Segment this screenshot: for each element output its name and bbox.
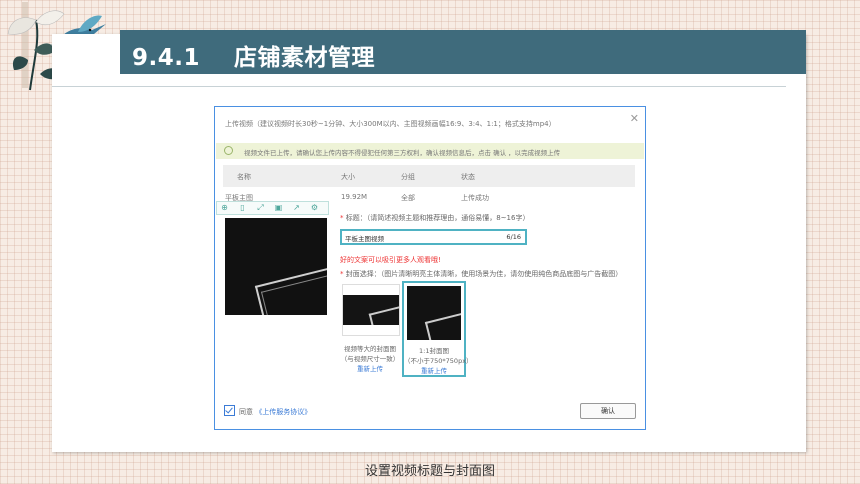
cover2-subcaption: （不小于750*750px）	[404, 357, 473, 365]
zoom-icon[interactable]: ⊕	[220, 203, 229, 212]
col-name: 名称	[237, 173, 251, 181]
section-header: 9.4.1 店铺素材管理	[120, 30, 806, 74]
col-size: 大小	[341, 173, 355, 181]
cover1-subcaption: （与视频尺寸一致）	[340, 355, 400, 363]
settings-icon[interactable]: ⚙	[310, 203, 319, 212]
video-title-input[interactable]: 平板主图视频 6/16	[340, 229, 527, 245]
lightbulb-icon	[224, 146, 233, 155]
confirm-button[interactable]: 确认	[580, 403, 636, 419]
book-icon[interactable]: ▯	[238, 203, 247, 212]
close-icon[interactable]: ✕	[630, 112, 639, 125]
upload-notice: 视频文件已上传，请确认您上传内容不得侵犯任何第三方权利，确认视频信息后，点击 确…	[216, 143, 644, 159]
cover-thumbnail	[343, 295, 399, 325]
header-divider	[52, 86, 786, 87]
fullscreen-icon[interactable]: ⤢	[256, 203, 265, 212]
cover2-reupload-link[interactable]: 重新上传	[404, 365, 464, 375]
cover-option-video-size[interactable]	[342, 284, 400, 336]
section-title: 店铺素材管理	[234, 45, 375, 71]
section-heading: 9.4.1 店铺素材管理	[132, 38, 375, 72]
cover2-caption: 1:1封面图	[419, 347, 449, 355]
agree-text: 同意	[239, 408, 253, 416]
slide-caption: 设置视频标题与封面图	[364, 464, 495, 479]
cover1-caption: 视频等大的封面图	[344, 345, 396, 353]
cell-status: 上传成功	[461, 194, 489, 202]
image-viewer: ⊕ ▯ ⤢ ▣ ↗ ⚙	[216, 201, 329, 316]
title-input-value: 平板主图视频	[345, 235, 384, 243]
upload-video-dialog: 上传视频（建议视频时长30秒~1分钟、大小300M以内、主图视频画幅16:9、3…	[214, 106, 646, 430]
cover1-reupload-link[interactable]: 重新上传	[335, 363, 405, 373]
cover-select-label: * 封面选择：（图片清晰明亮主体清晰，使用场景为佳，请勿使用纯色商品底图与广告截…	[340, 270, 623, 278]
dialog-title: 上传视频（建议视频时长30秒~1分钟、大小300M以内、主图视频画幅16:9、3…	[225, 120, 556, 128]
cover-thumbnail	[407, 286, 461, 340]
share-icon[interactable]: ↗	[292, 203, 301, 212]
cell-size: 19.92M	[341, 193, 368, 201]
notice-text: 视频文件已上传，请确认您上传内容不得侵犯任何第三方权利，确认视频信息后，点击 确…	[244, 149, 561, 157]
viewer-toolbar: ⊕ ▯ ⤢ ▣ ↗ ⚙	[216, 201, 329, 215]
video-preview-image	[225, 218, 327, 315]
file-table-header: 名称 大小 分组 状态	[223, 165, 635, 187]
col-group: 分组	[401, 173, 415, 181]
copywriting-tip: 好的文案可以吸引更多人观看哦!	[340, 256, 441, 264]
agree-label: 同意 《上传服务协议》	[239, 407, 311, 417]
save-icon[interactable]: ▣	[274, 203, 283, 212]
cover-select-label-text: 封面选择：（图片清晰明亮主体清晰，使用场景为佳，请勿使用纯色商品底图与广告截图）	[345, 270, 623, 278]
service-agreement-link[interactable]: 《上传服务协议》	[255, 408, 311, 416]
section-number: 9.4.1	[132, 45, 200, 71]
cell-group: 全部	[401, 194, 415, 202]
title-char-count: 6/16	[506, 233, 521, 241]
agree-checkbox[interactable]	[224, 405, 235, 416]
title-field-label-text: 标题：（请简述视频主题和推荐理由，通俗易懂，8~16字）	[345, 214, 530, 222]
title-field-label: * 标题：（请简述视频主题和推荐理由，通俗易懂，8~16字）	[340, 214, 530, 222]
cover-option-square[interactable]: 1:1封面图 （不小于750*750px） 重新上传	[402, 281, 473, 377]
col-status: 状态	[461, 173, 475, 181]
